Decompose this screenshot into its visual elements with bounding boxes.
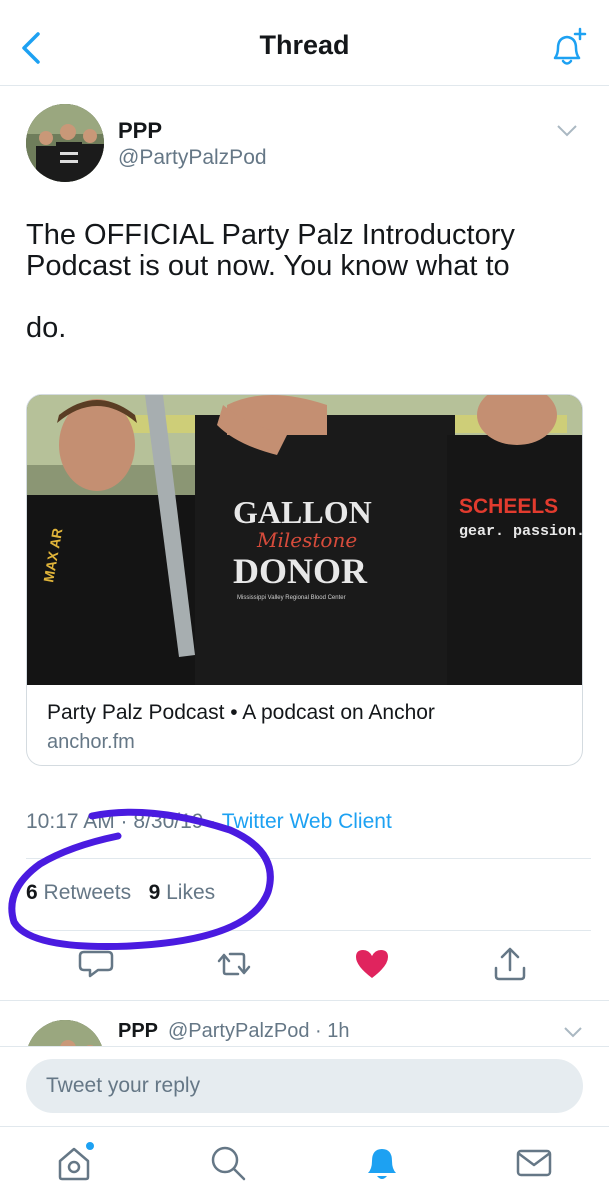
- user-handle[interactable]: @PartyPalzPod: [118, 146, 267, 170]
- search-icon[interactable]: [206, 1141, 250, 1185]
- page-title: Thread: [259, 30, 350, 60]
- annotation-circle: [8, 808, 274, 950]
- card-shirt-text: Milestone: [256, 528, 357, 552]
- card-shirt-text: gear. passion. spor: [459, 523, 583, 540]
- card-image: GALLON Milestone DONOR Mississippi Valle…: [27, 395, 583, 685]
- display-name[interactable]: PPP: [118, 118, 162, 144]
- chevron-down-icon[interactable]: [556, 124, 578, 138]
- reply-handle[interactable]: @PartyPalzPod · 1h: [168, 1020, 350, 1043]
- card-shirt-text: SCHEELS: [459, 495, 558, 518]
- reply-display-name[interactable]: PPP: [118, 1020, 158, 1043]
- notifications-icon[interactable]: [360, 1141, 404, 1185]
- bottom-tab-bar: [0, 1126, 609, 1200]
- reply-preview[interactable]: PPP @PartyPalzPod · 1h: [0, 1008, 609, 1048]
- reply-input[interactable]: [26, 1059, 583, 1113]
- card-shirt-text: Mississippi Valley Regional Blood Center: [237, 595, 346, 601]
- reply-bar: [0, 1046, 609, 1126]
- tweet-text-line: do.: [26, 312, 67, 344]
- avatar[interactable]: [26, 1020, 104, 1048]
- notification-settings-icon[interactable]: [545, 26, 589, 70]
- tweet-text-line: Podcast is out now. You know what to: [26, 250, 510, 282]
- tweet-text: The OFFICIAL Party Palz Introductory Pod…: [26, 219, 586, 344]
- card-shirt-text: DONOR: [233, 551, 368, 591]
- home-icon[interactable]: [52, 1141, 96, 1185]
- card-title: Party Palz Podcast • A podcast on Anchor: [47, 701, 435, 724]
- card-shirt-text: GALLON: [233, 494, 372, 530]
- chevron-down-icon[interactable]: [563, 1026, 583, 1038]
- section-divider: [0, 1000, 609, 1001]
- link-card[interactable]: GALLON Milestone DONOR Mississippi Valle…: [26, 394, 583, 766]
- share-icon[interactable]: [490, 944, 530, 984]
- tweet-header: PPP @PartyPalzPod: [26, 104, 586, 184]
- messages-icon[interactable]: [512, 1141, 556, 1185]
- top-bar: Thread: [0, 0, 609, 86]
- tweet-text-line: The OFFICIAL Party Palz Introductory: [26, 219, 515, 251]
- card-domain: anchor.fm: [47, 731, 135, 753]
- avatar[interactable]: [26, 104, 104, 182]
- like-icon[interactable]: [352, 944, 392, 984]
